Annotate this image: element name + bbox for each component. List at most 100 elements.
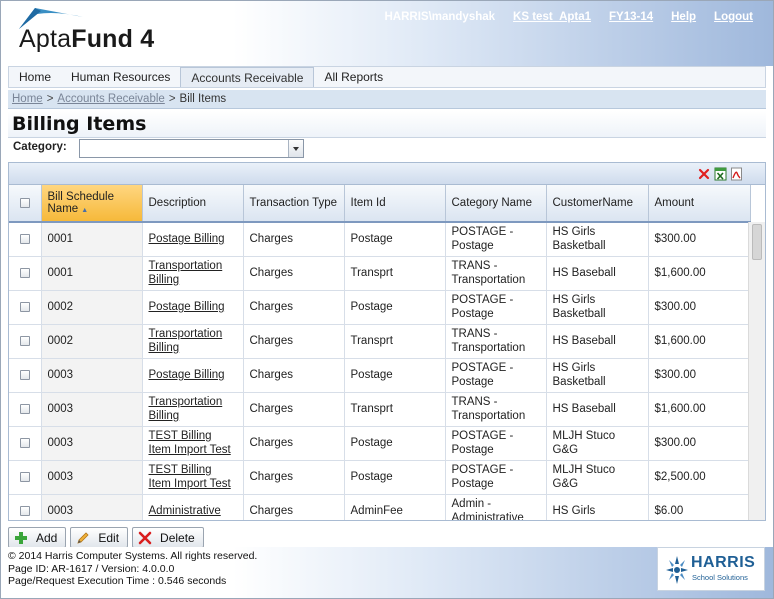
description-link[interactable]: Postage Billing	[149, 301, 225, 313]
fiscal-year-link[interactable]: FY13-14	[609, 11, 653, 23]
row-checkbox[interactable]	[19, 505, 30, 516]
cell-item-id: Transprt	[344, 256, 446, 291]
row-checkbox[interactable]	[19, 335, 30, 346]
logout-link[interactable]: Logout	[714, 11, 753, 23]
delete-button-label: Delete	[160, 530, 195, 545]
tab-human-resources[interactable]: Human Resources	[61, 67, 180, 87]
cell-description: Postage Billing	[142, 358, 244, 393]
execution-time-text: Page/Request Execution Time : 0.546 seco…	[8, 575, 227, 587]
cell-amount: $300.00	[648, 290, 751, 325]
export-pdf-icon[interactable]	[730, 167, 743, 181]
row-select-cell	[9, 256, 42, 291]
cell-bill-schedule-name: 0003	[41, 358, 143, 393]
description-link[interactable]: TEST Billing Item Import Test	[149, 430, 231, 456]
cell-category-name: POSTAGE - Postage	[445, 426, 547, 461]
select-all-checkbox[interactable]	[19, 197, 30, 208]
table-row[interactable]: 0003 TEST Billing Item Import Test Charges…	[9, 426, 751, 461]
table-row[interactable]: 0003 Transportation Billing Charges Transpr…	[9, 392, 751, 427]
cell-customer-name: HS Girls Basketball	[546, 290, 649, 325]
row-select-cell	[9, 460, 42, 495]
clear-filter-icon[interactable]	[698, 167, 711, 181]
column-header-amount[interactable]: Amount	[648, 185, 751, 223]
add-button[interactable]: Add	[8, 527, 67, 548]
copyright-text: © 2014 Harris Computer Systems. All righ…	[8, 550, 258, 562]
tab-all-reports[interactable]: All Reports	[314, 67, 393, 87]
cell-amount: $300.00	[648, 358, 751, 393]
breadcrumb-separator: >	[168, 93, 176, 105]
row-checkbox[interactable]	[19, 403, 30, 414]
column-header-category-name[interactable]: Category Name	[445, 185, 547, 223]
description-link[interactable]: Transportation Billing	[149, 396, 223, 422]
breadcrumb-home[interactable]: Home	[12, 93, 43, 105]
harris-brand-text: HARRIS	[691, 554, 756, 571]
table-row[interactable]: 0001 Postage Billing Charges Postage POSTAGE…	[9, 222, 751, 257]
row-select-cell	[9, 290, 42, 325]
cell-item-id: Postage	[344, 358, 446, 393]
grid-vertical-scrollbar[interactable]	[748, 222, 765, 520]
logo-text-bold: Fund 4	[71, 25, 155, 53]
cell-bill-schedule-name: 0002	[41, 324, 143, 359]
table-row[interactable]: 0002 Transportation Billing Charges Transpr…	[9, 324, 751, 359]
tab-home[interactable]: Home	[9, 67, 61, 87]
table-row[interactable]: 0003 TEST Billing Item Import Test Charges…	[9, 460, 751, 495]
table-row[interactable]: 0001 Transportation Billing Charges Transpr…	[9, 256, 751, 291]
row-checkbox[interactable]	[19, 234, 30, 245]
description-link[interactable]: TEST Billing Item Import Test	[149, 464, 231, 490]
category-filter: Category:	[8, 138, 766, 160]
column-header-customer-name[interactable]: CustomerName	[546, 185, 649, 223]
column-header-bill-schedule-name[interactable]: Bill Schedule Name ▲	[41, 185, 143, 223]
harris-logo: HARRIS School Solutions	[657, 547, 765, 591]
description-link[interactable]: Postage Billing	[149, 369, 225, 381]
row-select-cell	[9, 426, 42, 461]
category-select[interactable]	[79, 139, 304, 158]
column-header-transaction-type[interactable]: Transaction Type	[243, 185, 345, 223]
description-link[interactable]: Transportation Billing	[149, 328, 223, 354]
cell-transaction-type: Charges	[243, 290, 345, 325]
row-select-cell	[9, 358, 42, 393]
org-link[interactable]: KS test_Apta1	[513, 11, 591, 23]
description-link[interactable]: Transportation Billing	[149, 260, 223, 286]
row-checkbox[interactable]	[19, 369, 30, 380]
description-link[interactable]: Administrative	[149, 505, 221, 517]
column-header-description[interactable]: Description	[142, 185, 244, 223]
cell-item-id: Postage	[344, 460, 446, 495]
export-excel-icon[interactable]	[714, 167, 727, 181]
delete-button[interactable]: Delete	[132, 527, 204, 548]
current-user: HARRIS\mandyshak	[384, 11, 496, 23]
edit-button[interactable]: Edit	[70, 527, 129, 548]
tab-accounts-receivable[interactable]: Accounts Receivable	[180, 67, 315, 87]
cell-category-name: POSTAGE - Postage	[445, 290, 547, 325]
app-logo[interactable]: AptaFund 4	[19, 25, 154, 54]
row-checkbox[interactable]	[19, 267, 30, 278]
row-checkbox[interactable]	[19, 471, 30, 482]
chevron-down-icon[interactable]	[288, 140, 303, 157]
scrollbar-thumb[interactable]	[752, 224, 762, 260]
help-link[interactable]: Help	[671, 11, 696, 23]
cell-description: Transportation Billing	[142, 324, 244, 359]
breadcrumb-separator: >	[46, 93, 54, 105]
cell-amount: $300.00	[648, 222, 751, 257]
page-id-text: Page ID: AR-1617 / Version: 4.0.0.0	[8, 562, 175, 575]
grid-action-buttons: Add Edit Delete	[8, 527, 204, 548]
cell-bill-schedule-name: 0002	[41, 290, 143, 325]
description-link[interactable]: Postage Billing	[149, 233, 225, 245]
table-row[interactable]: 0003 Administrative Charges AdminFee Admin -…	[9, 494, 751, 520]
cell-description: TEST Billing Item Import Test	[142, 426, 244, 461]
billing-items-grid: Bill Schedule Name ▲ Description Transact…	[8, 185, 766, 521]
plus-icon	[15, 531, 27, 544]
cell-amount: $2,500.00	[648, 460, 751, 495]
row-checkbox[interactable]	[19, 301, 30, 312]
table-row[interactable]: 0002 Postage Billing Charges Postage POSTAGE…	[9, 290, 751, 325]
cell-transaction-type: Charges	[243, 392, 345, 427]
harris-logo-mark-icon	[666, 556, 688, 584]
row-checkbox[interactable]	[19, 437, 30, 448]
cell-category-name: TRANS - Transportation	[445, 392, 547, 427]
table-row[interactable]: 0003 Postage Billing Charges Postage POSTAGE…	[9, 358, 751, 393]
cell-item-id: Transprt	[344, 392, 446, 427]
breadcrumb-accounts-receivable[interactable]: Accounts Receivable	[57, 93, 164, 105]
cell-category-name: Admin - Administrative	[445, 494, 547, 520]
select-all-cell	[9, 185, 42, 223]
row-select-cell	[9, 392, 42, 427]
cell-category-name: POSTAGE - Postage	[445, 222, 547, 257]
column-header-item-id[interactable]: Item Id	[344, 185, 446, 223]
